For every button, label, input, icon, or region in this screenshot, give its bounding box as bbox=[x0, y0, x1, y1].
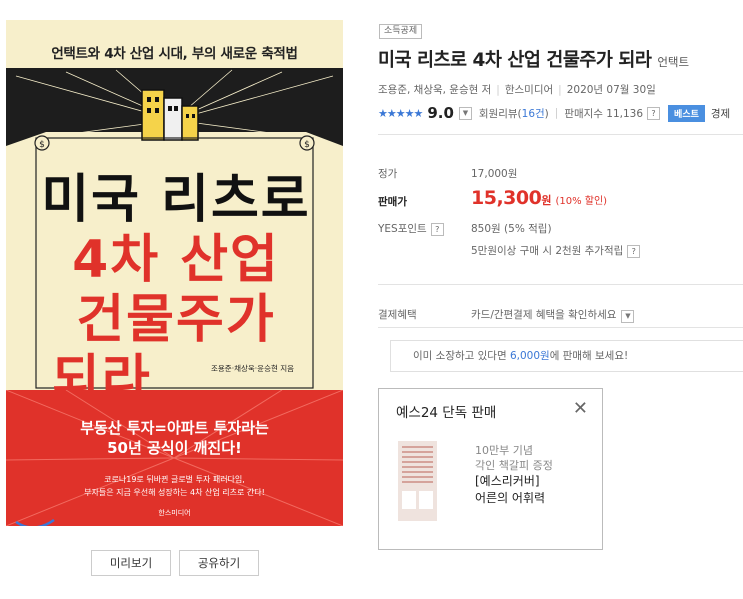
bestseller-category[interactable]: 경제 bbox=[711, 106, 730, 121]
cover-actions: 미리보기 공유하기 bbox=[91, 550, 259, 576]
divider: | bbox=[496, 84, 500, 96]
cover-title: 미국 리츠로 4차 산업 건물주가 되라__ bbox=[36, 170, 316, 410]
cover-band-headline: 부동산 투자=아파트 투자라는 50년 공식이 깨진다! bbox=[6, 418, 343, 458]
divider: | bbox=[554, 107, 559, 119]
cover-tagline: 언택트와 4차 산업 시대, 부의 새로운 축적법 bbox=[51, 46, 298, 62]
exclusive-line-2: 각인 책갈피 증정 bbox=[475, 459, 553, 472]
rating-row: ★★★★★ 9.0 ▼ 회원리뷰(16건) | 판매지수 11,136 ? 베스… bbox=[378, 104, 730, 122]
exclusive-sale-popup: 예스24 단독 판매 ✕ 10만부 기념 각인 책갈피 증정 [예스리커버] 어… bbox=[378, 388, 603, 550]
cover-authors: 조용준·채상욱·윤승현 지음 bbox=[211, 364, 295, 373]
exclusive-line-1: 10만부 기념 bbox=[475, 444, 533, 457]
exclusive-line-4: 어른의 어휘력 bbox=[475, 491, 546, 505]
svg-text:$: $ bbox=[304, 140, 310, 150]
payment-benefit-dropdown[interactable]: 카드/간편결제 혜택을 확인하세요 ▼ bbox=[471, 307, 635, 323]
share-button[interactable]: 공유하기 bbox=[179, 550, 259, 576]
sale-price: 15,300 bbox=[471, 187, 542, 209]
resell-notice[interactable]: 이미 소장하고 있다면 6,000원에 판매해 보세요! bbox=[390, 340, 743, 372]
help-icon[interactable]: ? bbox=[430, 223, 444, 236]
divider bbox=[378, 134, 743, 135]
member-review-link[interactable]: 회원리뷰(16건) bbox=[479, 106, 549, 121]
rating-score: 9.0 bbox=[427, 104, 454, 122]
cover-red-band: 부동산 투자=아파트 투자라는 50년 공식이 깨진다! 코로나19로 뒤바뀐 … bbox=[6, 390, 343, 526]
cover-band-sub-1: 코로나19로 뒤바뀐 글로벌 투자 패러다임, bbox=[104, 475, 245, 484]
chevron-down-icon[interactable]: ▼ bbox=[621, 309, 635, 323]
yes-points-label: YES포인트? bbox=[378, 221, 444, 236]
sale-price-label: 판매가 bbox=[378, 196, 407, 208]
cover-band-sub: 코로나19로 뒤바뀐 글로벌 투자 패러다임, 부자들은 지금 우선해 성장하는… bbox=[6, 473, 343, 499]
cover-title-line-3: 건물주가 bbox=[76, 290, 276, 350]
preview-button[interactable]: 미리보기 bbox=[91, 550, 171, 576]
cover-band-headline-2: 50년 공식이 깨진다! bbox=[107, 439, 242, 457]
page-curl-icon bbox=[15, 518, 55, 526]
yes-points-value: 850원 (5% 적립) bbox=[471, 223, 552, 235]
chevron-down-icon[interactable]: ▼ bbox=[458, 106, 472, 120]
exclusive-sale-title: 예스24 단독 판매 bbox=[396, 405, 497, 421]
payment-benefit-text: 카드/간편결제 혜택을 확인하세요 bbox=[471, 309, 617, 321]
cover-burst-lines bbox=[6, 390, 343, 526]
author-link[interactable]: 조용준, 채상욱, 윤승현 저 bbox=[378, 84, 491, 96]
tax-deduction-badge: 소득공제 bbox=[379, 24, 423, 39]
exclusive-sale-description[interactable]: 10만부 기념 각인 책갈피 증정 [예스리커버] 어른의 어휘력 bbox=[475, 443, 553, 507]
publisher-link[interactable]: 한스미디어 bbox=[505, 84, 553, 96]
product-title-text: 미국 리츠로 4차 산업 건물주가 되라 bbox=[378, 50, 652, 71]
sale-price-unit: 원 bbox=[541, 194, 552, 207]
yes-points-extra: 5만원이상 구매 시 2천원 추가적립? bbox=[471, 243, 641, 258]
cover-band-headline-1: 부동산 투자=아파트 투자라는 bbox=[80, 419, 269, 437]
publish-date: 2020년 07월 30일 bbox=[566, 84, 656, 96]
product-title: 미국 리츠로 4차 산업 건물주가 되라 언택트 bbox=[378, 46, 689, 72]
publication-info: 조용준, 채상욱, 윤승현 저 | 한스미디어 | 2020년 07월 30일 bbox=[378, 82, 656, 97]
resell-amount: 6,000원 bbox=[509, 350, 550, 362]
sale-price-row: 15,300원 (10% 할인) bbox=[471, 187, 607, 209]
payment-benefit-label: 결제혜택 bbox=[378, 309, 417, 321]
help-icon[interactable]: ? bbox=[627, 245, 641, 258]
yes-points-extra-text: 5만원이상 구매 시 2천원 추가적립 bbox=[471, 245, 624, 257]
help-icon[interactable]: ? bbox=[647, 106, 661, 120]
sales-index: 판매지수 11,136 bbox=[564, 107, 644, 120]
book-cover-image[interactable]: $ $ 언택트와 4차 산업 시대, 부의 새로운 축적법 미국 리츠로 4차 … bbox=[6, 20, 343, 526]
discount-rate: (10% 할인) bbox=[555, 196, 608, 207]
review-label: 회원리뷰( bbox=[478, 107, 522, 120]
divider: | bbox=[558, 84, 562, 96]
review-count: 16건 bbox=[521, 107, 545, 120]
bestseller-badge[interactable]: 베스트 bbox=[668, 104, 705, 122]
divider bbox=[378, 284, 743, 285]
cover-publisher: 한스미디어 bbox=[158, 509, 191, 517]
product-info-panel: 소득공제 미국 리츠로 4차 산업 건물주가 되라 언택트 조용준, 채상욱, … bbox=[378, 0, 743, 599]
svg-text:$: $ bbox=[39, 140, 45, 150]
list-price-label: 정가 bbox=[378, 168, 398, 180]
divider bbox=[378, 327, 743, 328]
cover-title-line-1: 미국 리츠로 bbox=[41, 170, 311, 230]
star-rating-icon: ★★★★★ bbox=[378, 106, 423, 120]
recover-book-thumbnail[interactable] bbox=[398, 441, 437, 521]
close-icon[interactable]: ✕ bbox=[573, 398, 588, 419]
cover-title-line-2: 4차 산업 bbox=[72, 230, 280, 290]
list-price: 17,000원 bbox=[471, 168, 518, 180]
review-close-paren: ) bbox=[544, 107, 549, 120]
cover-band-sub-2: 부자들은 지금 우선해 성장하는 4차 산업 리츠로 간다! bbox=[84, 488, 265, 497]
resell-text-post: 에 판매해 보세요! bbox=[549, 350, 629, 362]
yes-points-label-text: YES포인트 bbox=[378, 223, 427, 235]
product-subtitle: 언택트 bbox=[657, 55, 690, 69]
resell-text-pre: 이미 소장하고 있다면 bbox=[413, 350, 510, 362]
exclusive-line-3: [예스리커버] bbox=[475, 474, 540, 488]
